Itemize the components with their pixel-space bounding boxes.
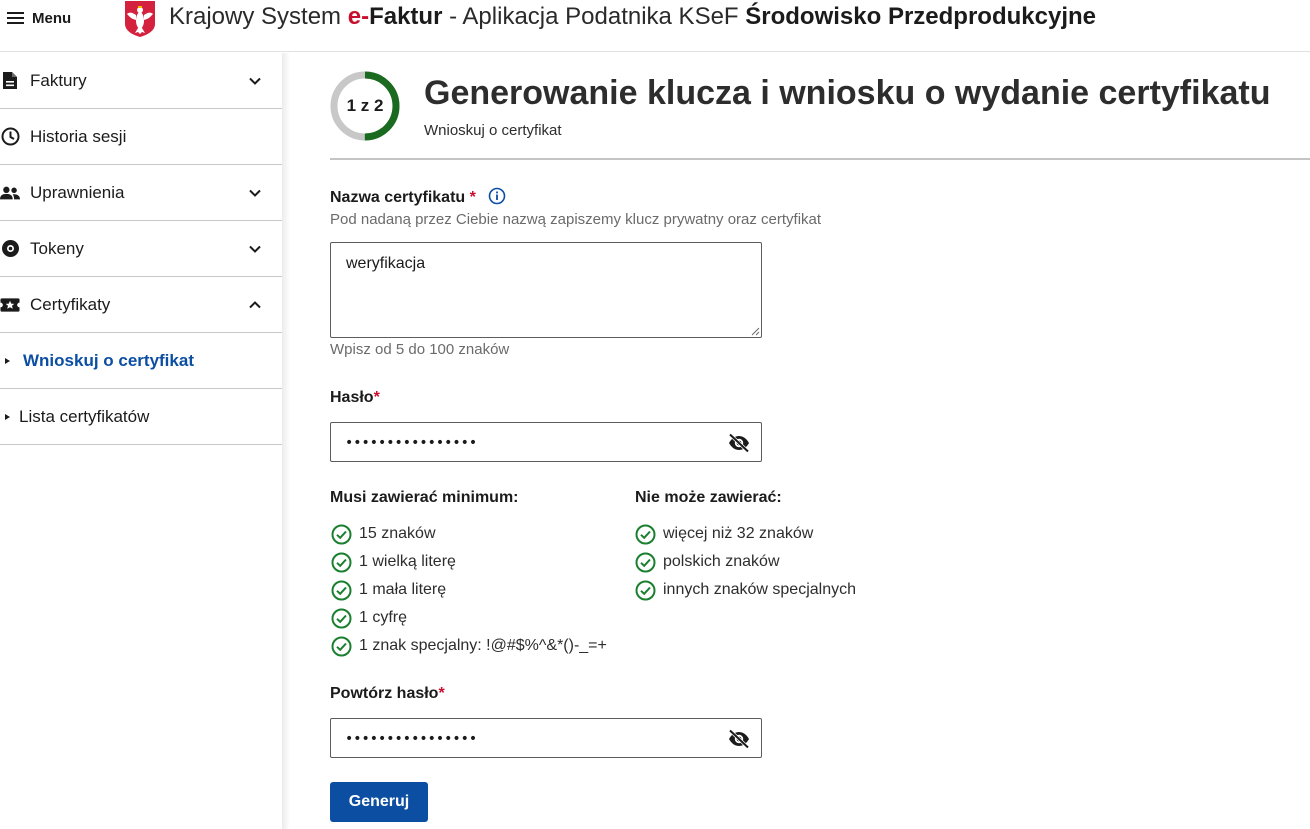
- step-label: 1 z 2: [346, 96, 384, 115]
- generate-button[interactable]: Generuj: [330, 782, 428, 822]
- rule-text: polskich znaków: [663, 553, 780, 570]
- rule-item: 1 mała literę: [331, 579, 446, 601]
- sidebar-subitem-lista-certyfikatow[interactable]: Lista certyfikatów: [0, 389, 282, 445]
- app-title: Krajowy System e-Faktur - Aplikacja Poda…: [169, 2, 1096, 32]
- rule-text: więcej niż 32 znaków: [663, 525, 814, 542]
- sidebar-subitem-wnioskuj-o-certyfikat[interactable]: Wnioskuj o certyfikat: [0, 333, 282, 389]
- brand-e: e-: [347, 3, 370, 30]
- step-indicator: 1 z 2: [329, 70, 401, 142]
- repeat-password-input[interactable]: [345, 727, 715, 751]
- check-circle-icon: [635, 580, 656, 600]
- cert-name-description: Pod nadaną przez Ciebie nazwą zapiszemy …: [330, 211, 822, 228]
- title-prefix: Krajowy System: [169, 3, 348, 30]
- info-icon[interactable]: [488, 187, 506, 205]
- sidebar-item-uprawnienia[interactable]: Uprawnienia: [0, 165, 282, 221]
- title-app-name: - Aplikacja Podatnika KSeF: [442, 3, 746, 30]
- check-circle-icon: [331, 580, 352, 600]
- password-label-text: Hasło: [330, 389, 374, 406]
- eye-off-icon[interactable]: [727, 727, 751, 751]
- page-title: Generowanie klucza i wniosku o wydanie c…: [424, 74, 1271, 112]
- sidebar-shadow: [282, 53, 290, 829]
- cert-name-label: Nazwa certyfikatu *: [330, 187, 506, 207]
- chevron-up-icon: [249, 300, 261, 308]
- repeat-password-label-text: Powtórz hasło: [330, 685, 439, 702]
- repeat-password-field[interactable]: [330, 718, 762, 758]
- required-mark: *: [469, 189, 476, 206]
- sidebar-item-label: Certyfikaty: [30, 294, 111, 314]
- check-circle-icon: [331, 608, 352, 628]
- sidebar-item-label: Historia sesji: [30, 126, 127, 146]
- sidebar-item-label: Tokeny: [30, 238, 84, 258]
- clock-icon: [0, 127, 20, 147]
- menu-button[interactable]: Menu: [6, 6, 71, 30]
- required-mark: *: [373, 389, 380, 406]
- rule-item: 15 znaków: [331, 523, 436, 545]
- rule-item: 1 znak specjalny: !@#$%^&*()-_=+: [331, 635, 607, 657]
- hamburger-icon: [7, 12, 24, 24]
- environment-label: Środowisko Przedprodukcyjne: [745, 3, 1096, 30]
- document-icon: [0, 71, 20, 91]
- people-icon: [0, 183, 20, 203]
- title-divider: [330, 158, 1310, 160]
- rule-text: innych znaków specjalnych: [663, 581, 856, 598]
- repeat-password-label: Powtórz hasło*: [330, 685, 445, 703]
- cert-name-hint: Wpisz od 5 do 100 znaków: [330, 341, 510, 358]
- bullet-triangle-icon: [5, 413, 10, 420]
- brand-faktur: Faktur: [369, 3, 443, 30]
- rule-item: innych znaków specjalnych: [635, 579, 856, 601]
- password-label: Hasło*: [330, 389, 380, 407]
- rule-text: 1 mała literę: [359, 581, 447, 598]
- cert-name-textarea[interactable]: weryfikacja: [330, 242, 762, 338]
- rule-text: 1 cyfrę: [359, 609, 408, 626]
- sidebar-item-tokeny[interactable]: Tokeny: [0, 221, 282, 277]
- sidebar: Faktury Historia sesji Uprawnienia Token…: [0, 53, 282, 829]
- sidebar-item-label: Faktury: [30, 70, 87, 90]
- cannot-contain-title: Nie może zawierać:: [635, 489, 782, 506]
- check-circle-icon: [331, 524, 352, 544]
- resize-grip-icon[interactable]: [750, 326, 760, 336]
- rule-text: 1 wielką literę: [359, 553, 456, 570]
- sidebar-item-label: Uprawnienia: [30, 182, 125, 202]
- must-contain-title: Musi zawierać minimum:: [330, 489, 519, 506]
- password-field[interactable]: [330, 422, 762, 462]
- sidebar-item-faktury[interactable]: Faktury: [0, 53, 282, 109]
- rule-text: 1 znak specjalny: !@#$%^&*()-_=+: [359, 637, 607, 654]
- rule-item: polskich znaków: [635, 551, 780, 573]
- rule-item: 1 cyfrę: [331, 607, 407, 629]
- check-circle-icon: [331, 552, 352, 572]
- certificate-icon: [0, 295, 20, 315]
- sidebar-subitem-label: Wnioskuj o certyfikat: [23, 350, 194, 370]
- page-subtitle: Wnioskuj o certyfikat: [424, 122, 562, 139]
- menu-label: Menu: [32, 9, 72, 27]
- rule-item: 1 wielką literę: [331, 551, 456, 573]
- cert-name-label-text: Nazwa certyfikatu: [330, 189, 466, 206]
- chevron-down-icon: [249, 245, 261, 253]
- rule-item: więcej niż 32 znaków: [635, 523, 813, 545]
- sidebar-item-historia-sesji[interactable]: Historia sesji: [0, 109, 282, 165]
- rule-text: 15 znaków: [359, 525, 436, 542]
- check-circle-icon: [331, 636, 352, 656]
- sidebar-subitem-label: Lista certyfikatów: [19, 406, 150, 426]
- polish-eagle-emblem-icon: [125, 1, 155, 37]
- password-input[interactable]: [345, 431, 715, 455]
- app-header: Menu Krajowy System e-Faktur - Aplikacja…: [0, 0, 1310, 52]
- check-circle-icon: [635, 552, 656, 572]
- eye-off-icon[interactable]: [727, 431, 751, 455]
- chevron-down-icon: [249, 77, 261, 85]
- required-mark: *: [438, 685, 445, 702]
- token-icon: [0, 239, 20, 259]
- chevron-down-icon: [249, 189, 261, 197]
- check-circle-icon: [635, 524, 656, 544]
- sidebar-item-certyfikaty[interactable]: Certyfikaty: [0, 277, 282, 333]
- bullet-triangle-icon: [5, 357, 10, 364]
